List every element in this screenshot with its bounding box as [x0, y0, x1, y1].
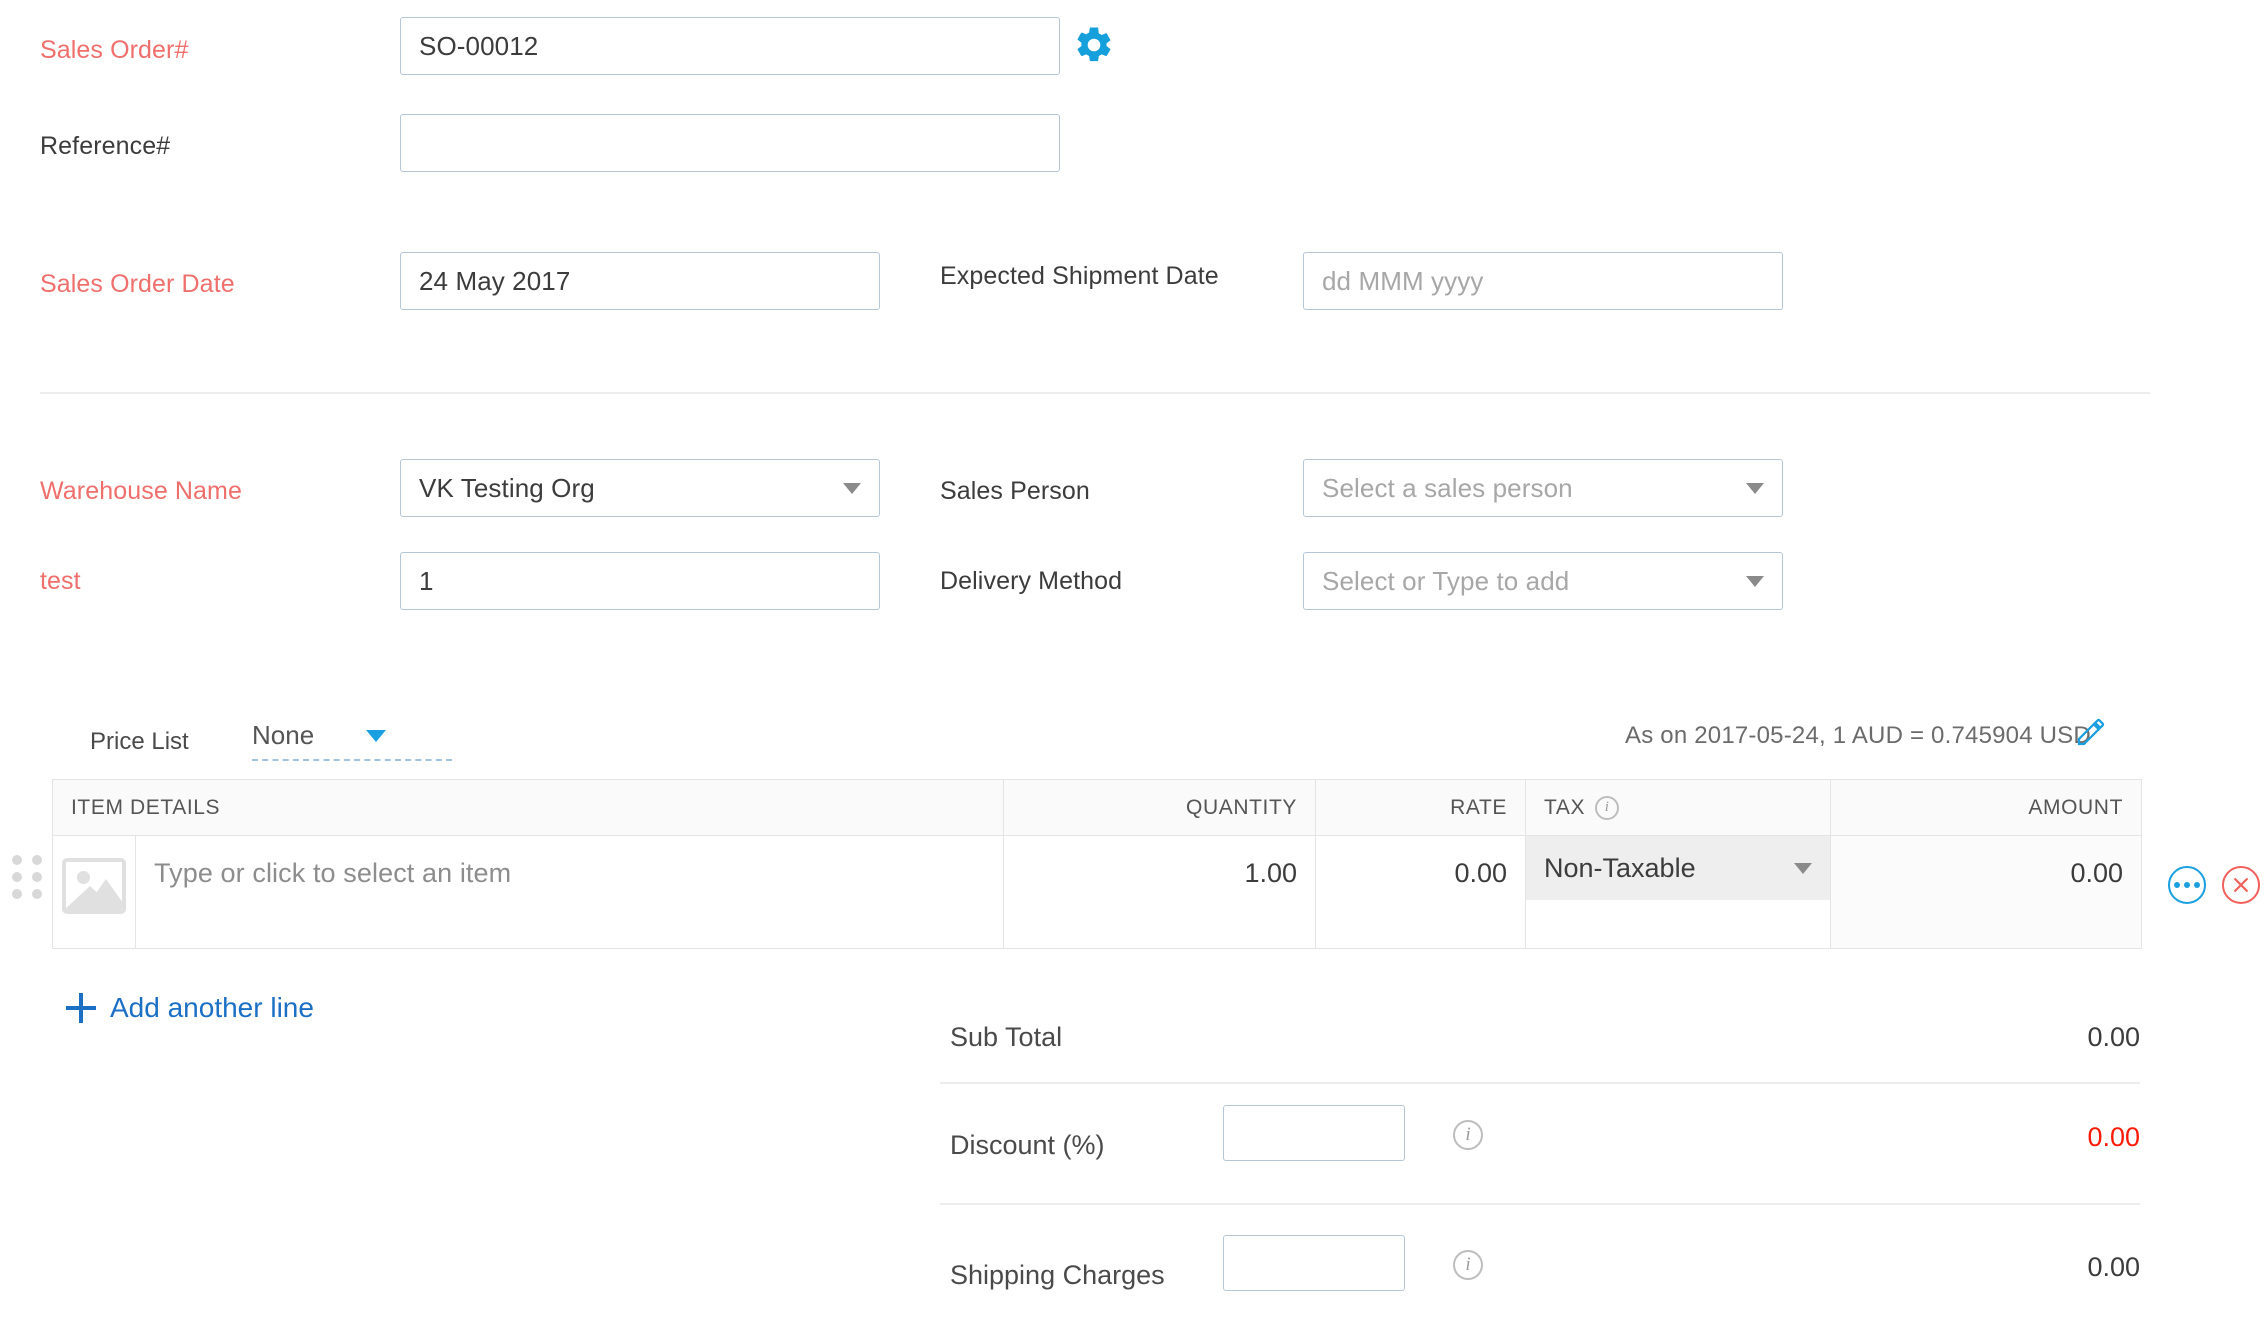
expected-shipment-date-label: Expected Shipment Date	[940, 262, 1219, 290]
column-header-item-details: ITEM DETAILS	[71, 795, 221, 819]
price-list-label: Price List	[90, 728, 189, 755]
warehouse-name-select[interactable]: VK Testing Org	[400, 459, 880, 517]
amount-cell: 0.00	[1830, 836, 2141, 948]
rate-cell[interactable]: 0.00	[1315, 836, 1525, 948]
sales-order-date-value: 24 May 2017	[419, 265, 571, 296]
row-more-options-button[interactable]	[2168, 866, 2206, 904]
shipping-charges-input[interactable]	[1223, 1235, 1405, 1291]
table-row: Type or click to select an item 1.00 0.0…	[53, 836, 2141, 948]
table-header-row: ITEM DETAILS QUANTITY RATE TAX i AMOUNT	[53, 780, 2141, 836]
sales-person-select[interactable]: Select a sales person	[1303, 459, 1783, 517]
delivery-method-placeholder: Select or Type to add	[1322, 565, 1570, 596]
tax-value: Non-Taxable	[1544, 852, 1696, 883]
sales-order-date-label: Sales Order Date	[40, 270, 235, 298]
sub-total-value: 0.00	[2087, 1022, 2140, 1052]
discount-label: Discount (%)	[950, 1130, 1105, 1160]
test-field-input[interactable]: 1	[400, 552, 880, 610]
sales-order-number-input[interactable]: SO-00012	[400, 17, 1060, 75]
totals-divider-1	[940, 1082, 2140, 1084]
totals-divider-2	[940, 1203, 2140, 1205]
quantity-value: 1.00	[1244, 858, 1297, 888]
item-details-cell[interactable]: Type or click to select an item	[135, 836, 1003, 948]
warehouse-name-label: Warehouse Name	[40, 477, 242, 505]
test-field-label: test	[40, 567, 81, 595]
shipping-charges-label: Shipping Charges	[950, 1260, 1165, 1290]
chevron-down-icon	[1794, 862, 1812, 874]
add-another-line-label: Add another line	[110, 992, 314, 1023]
column-header-tax: TAX	[1544, 795, 1586, 819]
plus-icon	[66, 993, 96, 1023]
expected-shipment-date-placeholder: dd MMM yyyy	[1322, 265, 1484, 296]
chevron-down-icon	[1746, 482, 1764, 494]
chevron-down-icon	[843, 482, 861, 494]
discount-input[interactable]	[1223, 1105, 1405, 1161]
price-list-value: None	[252, 720, 315, 750]
price-list-select[interactable]: None	[252, 720, 452, 761]
discount-value: 0.00	[2087, 1122, 2140, 1152]
exchange-rate-text: As on 2017-05-24, 1 AUD = 0.745904 USD	[1625, 722, 2091, 749]
discount-info-icon[interactable]: i	[1453, 1120, 1483, 1150]
test-field-value: 1	[419, 565, 434, 596]
amount-value: 0.00	[2070, 858, 2123, 888]
shipping-charges-value: 0.00	[2087, 1252, 2140, 1282]
image-placeholder-icon	[62, 858, 126, 914]
chevron-down-icon	[366, 729, 387, 742]
sales-order-number-label: Sales Order#	[40, 36, 189, 64]
sales-person-label: Sales Person	[940, 477, 1090, 505]
rate-value: 0.00	[1454, 858, 1507, 888]
chevron-down-icon	[1746, 575, 1764, 587]
gear-icon[interactable]	[1073, 24, 1115, 71]
tax-cell[interactable]: Non-Taxable	[1525, 836, 1830, 948]
sales-person-placeholder: Select a sales person	[1322, 472, 1573, 503]
delivery-method-label: Delivery Method	[940, 567, 1123, 595]
sales-order-form: Sales Order# SO-00012 Reference# Sales O…	[0, 0, 2264, 1326]
row-drag-handle[interactable]	[12, 855, 42, 899]
quantity-cell[interactable]: 1.00	[1003, 836, 1315, 948]
column-header-amount: AMOUNT	[1830, 780, 2141, 835]
sub-total-label: Sub Total	[950, 1022, 1063, 1052]
info-icon[interactable]: i	[1595, 795, 1620, 820]
column-header-quantity: QUANTITY	[1003, 780, 1315, 835]
warehouse-name-value: VK Testing Org	[419, 472, 595, 503]
line-items-table: ITEM DETAILS QUANTITY RATE TAX i AMOUNT …	[52, 779, 2142, 949]
delivery-method-select[interactable]: Select or Type to add	[1303, 552, 1783, 610]
shipping-charges-info-icon[interactable]: i	[1453, 1250, 1483, 1280]
tax-select[interactable]: Non-Taxable	[1526, 836, 1830, 900]
reference-number-input[interactable]	[400, 114, 1060, 172]
sales-order-date-input[interactable]: 24 May 2017	[400, 252, 880, 310]
reference-number-label: Reference#	[40, 132, 171, 160]
add-another-line-button[interactable]: Add another line	[66, 992, 314, 1024]
pencil-icon[interactable]	[2075, 716, 2107, 753]
expected-shipment-date-input[interactable]: dd MMM yyyy	[1303, 252, 1783, 310]
sales-order-number-value: SO-00012	[419, 30, 539, 61]
section-divider-1	[40, 392, 2150, 394]
row-delete-button[interactable]	[2222, 866, 2260, 904]
item-select-placeholder: Type or click to select an item	[154, 858, 512, 888]
column-header-rate: RATE	[1315, 780, 1525, 835]
item-image-cell	[53, 836, 135, 948]
